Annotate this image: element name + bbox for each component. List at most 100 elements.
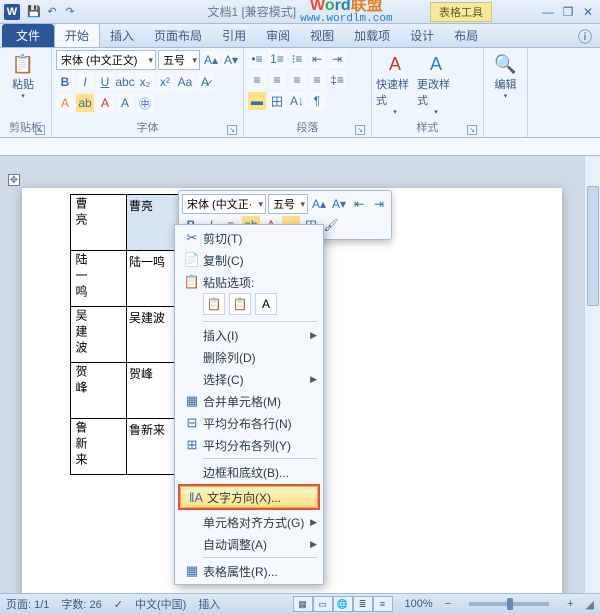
proofing-icon[interactable]: ✓: [114, 598, 123, 611]
help-icon[interactable]: ⓘ: [570, 27, 600, 47]
draft-view-icon[interactable]: ≡: [373, 596, 393, 612]
insert-mode[interactable]: 插入: [198, 596, 220, 612]
align-left-icon[interactable]: ≡: [248, 71, 266, 89]
font-color-icon[interactable]: A: [96, 94, 114, 112]
strike-icon[interactable]: abc: [116, 73, 134, 91]
clear-format-icon[interactable]: A̷: [196, 73, 214, 91]
addin-tab[interactable]: 加载项: [344, 24, 400, 47]
paste-text-icon[interactable]: A: [255, 293, 277, 315]
menu-delete-column[interactable]: 删除列(D): [177, 346, 321, 368]
show-marks-icon[interactable]: ¶: [308, 92, 326, 110]
text-effects-icon[interactable]: A: [56, 94, 74, 112]
table-row[interactable]: 曹亮曹亮: [71, 195, 183, 251]
quick-styles-button[interactable]: A 快速样式 ▾: [376, 50, 414, 116]
menu-autofit[interactable]: 自动调整(A)▶: [177, 533, 321, 555]
redo-icon[interactable]: ↷: [62, 4, 78, 20]
bold-icon[interactable]: B: [56, 73, 74, 91]
home-tab[interactable]: 开始: [54, 23, 100, 47]
highlight-icon[interactable]: ab: [76, 94, 94, 112]
zoom-out-icon[interactable]: −: [445, 598, 451, 610]
shading-icon[interactable]: ▬: [248, 92, 266, 110]
shrink-font-icon[interactable]: A▾: [222, 51, 240, 69]
fullscreen-view-icon[interactable]: ▭: [313, 596, 333, 612]
web-view-icon[interactable]: 🌐: [333, 596, 353, 612]
scroll-thumb[interactable]: [587, 186, 599, 306]
menu-copy[interactable]: 📄复制(C): [177, 249, 321, 271]
zoom-slider[interactable]: [469, 602, 549, 606]
table-row[interactable]: 陆一鸣陆一鸣: [71, 251, 183, 307]
indent-right-icon[interactable]: ⇥: [328, 50, 346, 68]
paste-keep-source-icon[interactable]: 📋: [203, 293, 225, 315]
justify-icon[interactable]: ≡: [308, 71, 326, 89]
zoom-in-icon[interactable]: +: [567, 598, 573, 610]
zoom-thumb[interactable]: [507, 598, 513, 610]
paste-merge-icon[interactable]: 📋: [229, 293, 251, 315]
launcher-icon[interactable]: ↘: [467, 125, 477, 135]
line-spacing-icon[interactable]: ‡≡: [328, 71, 346, 89]
design-tab[interactable]: 设计: [400, 24, 444, 47]
page-indicator[interactable]: 页面: 1/1: [6, 596, 49, 612]
language-indicator[interactable]: 中文(中国): [135, 596, 186, 612]
close-button[interactable]: ✕: [580, 5, 596, 19]
grow-font-icon[interactable]: A▴: [202, 51, 220, 69]
view-tab[interactable]: 视图: [300, 24, 344, 47]
insert-tab[interactable]: 插入: [100, 24, 144, 47]
sort-icon[interactable]: A↓: [288, 92, 306, 110]
change-styles-button[interactable]: A 更改样式 ▾: [417, 50, 455, 116]
table-layout-tab[interactable]: 布局: [444, 24, 488, 47]
superscript-icon[interactable]: x²: [156, 73, 174, 91]
menu-borders[interactable]: 边框和底纹(B)...: [177, 461, 321, 483]
char-shading-icon[interactable]: A: [116, 94, 134, 112]
paste-button[interactable]: 📋 粘贴 ▾: [4, 50, 42, 100]
menu-distribute-rows[interactable]: ⊟平均分布各行(N): [177, 412, 321, 434]
align-right-icon[interactable]: ≡: [288, 71, 306, 89]
launcher-icon[interactable]: ↘: [227, 125, 237, 135]
indent-left-icon[interactable]: ⇤: [350, 195, 368, 213]
menu-select[interactable]: 选择(C)▶: [177, 368, 321, 390]
mini-font-combo[interactable]: 宋体 (中文正·: [182, 194, 266, 214]
bullets-icon[interactable]: •≡: [248, 50, 266, 68]
print-layout-view-icon[interactable]: ▦: [293, 596, 313, 612]
menu-table-properties[interactable]: ▦表格属性(R)...: [177, 560, 321, 582]
subscript-icon[interactable]: x₂: [136, 73, 154, 91]
table-row[interactable]: 贺峰贺峰: [71, 363, 183, 419]
table-move-handle-icon[interactable]: ✥: [8, 174, 20, 186]
font-size-combo[interactable]: 五号: [158, 50, 200, 70]
outline-view-icon[interactable]: ≣: [353, 596, 373, 612]
save-icon[interactable]: 💾: [26, 4, 42, 20]
minimize-button[interactable]: —: [540, 5, 556, 19]
font-name-combo[interactable]: 宋体 (中文正文): [56, 50, 156, 70]
launcher-icon[interactable]: ↘: [35, 125, 45, 135]
editing-button[interactable]: 🔍 编辑 ▾: [488, 50, 523, 100]
table-row[interactable]: 鲁新来鲁新来: [71, 419, 183, 475]
file-tab[interactable]: 文件: [2, 24, 54, 47]
layout-tab[interactable]: 页面布局: [144, 24, 212, 47]
table-row[interactable]: 吴建波吴建波: [71, 307, 183, 363]
menu-merge-cells[interactable]: ▦合并单元格(M): [177, 390, 321, 412]
grow-font-icon[interactable]: A▴: [310, 195, 328, 213]
menu-insert[interactable]: 插入(I)▶: [177, 324, 321, 346]
zoom-level[interactable]: 100%: [405, 598, 433, 610]
enclose-icon[interactable]: ㊥: [136, 94, 154, 112]
menu-text-direction[interactable]: ‖A文字方向(X)...: [180, 486, 318, 508]
menu-cell-alignment[interactable]: 单元格对齐方式(G)▶: [177, 511, 321, 533]
ruler[interactable]: [0, 138, 600, 156]
menu-cut[interactable]: ✂剪切(T): [177, 227, 321, 249]
undo-icon[interactable]: ↶: [44, 4, 60, 20]
borders-icon[interactable]: 田: [268, 92, 286, 110]
menu-distribute-cols[interactable]: ⊞平均分布各列(Y): [177, 434, 321, 456]
references-tab[interactable]: 引用: [212, 24, 256, 47]
underline-icon[interactable]: U: [96, 73, 114, 91]
shrink-font-icon[interactable]: A▾: [330, 195, 348, 213]
indent-left-icon[interactable]: ⇤: [308, 50, 326, 68]
mini-size-combo[interactable]: 五号: [268, 194, 308, 214]
restore-button[interactable]: ❐: [560, 5, 576, 19]
resize-grip-icon[interactable]: ◢: [586, 598, 594, 611]
change-case-icon[interactable]: Aa: [176, 73, 194, 91]
format-painter-icon[interactable]: 🖌: [322, 216, 340, 234]
vertical-scrollbar[interactable]: [584, 156, 600, 593]
numbering-icon[interactable]: 1≡: [268, 50, 286, 68]
launcher-icon[interactable]: ↘: [355, 125, 365, 135]
word-count[interactable]: 字数: 26: [61, 596, 101, 612]
indent-right-icon[interactable]: ⇥: [370, 195, 388, 213]
